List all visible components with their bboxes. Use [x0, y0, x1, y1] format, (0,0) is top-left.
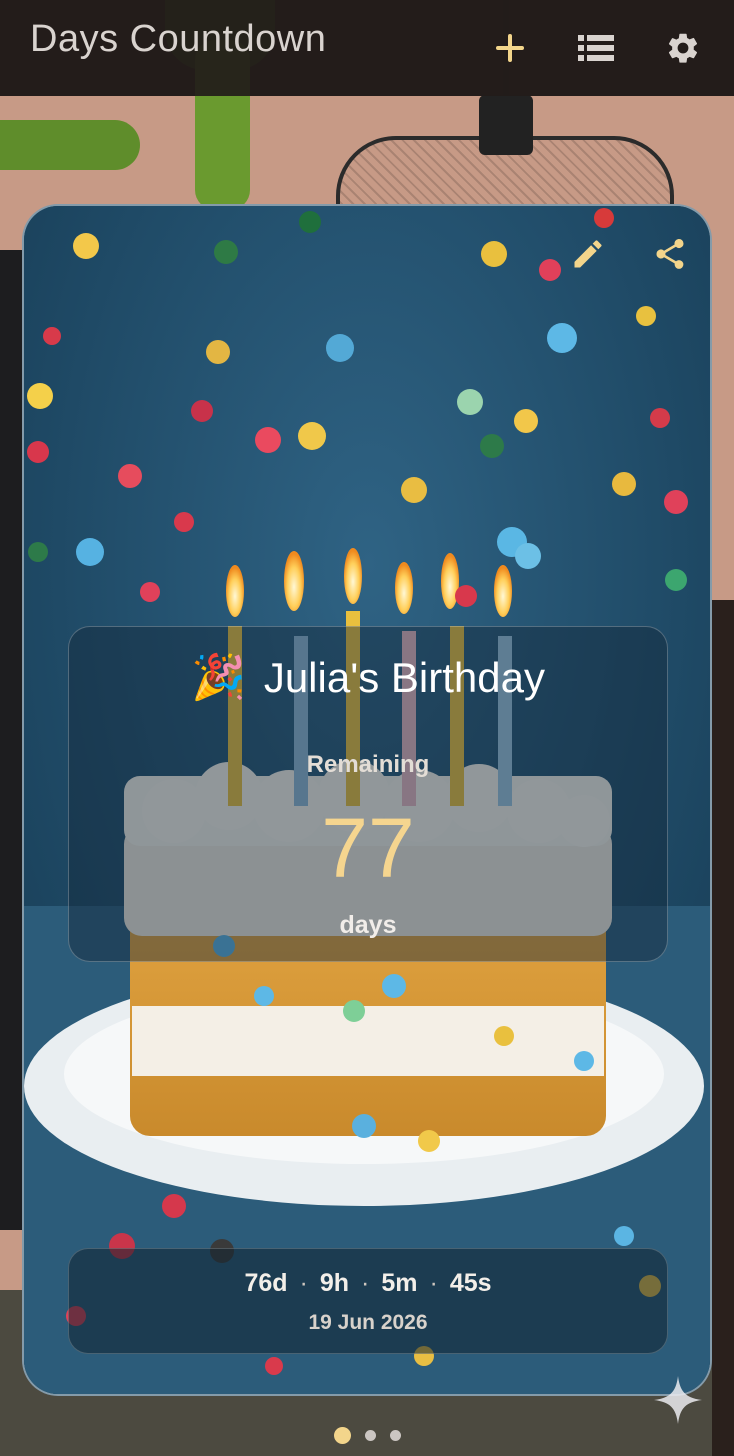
pencil-icon — [574, 240, 602, 268]
days-remaining-value: 77 — [321, 801, 415, 895]
event-name: Julia's Birthday — [263, 654, 545, 701]
page-dot-1[interactable] — [333, 1426, 351, 1444]
share-icon — [656, 238, 684, 269]
add-event-button[interactable] — [480, 18, 540, 78]
event-list-button[interactable] — [566, 18, 626, 78]
detailed-countdown-panel: 76d · 9h · 5m · 45s 19 Jun 2026 — [68, 1248, 668, 1354]
app-title: Days Countdown — [30, 18, 327, 60]
sparkle-icon — [654, 1376, 702, 1424]
remaining-label: Remaining — [306, 751, 430, 778]
settings-button[interactable] — [653, 18, 713, 78]
page-dot-3[interactable] — [389, 1429, 401, 1441]
countdown-minutes: 5m — [381, 1269, 418, 1297]
separator-dot: · — [361, 1269, 370, 1297]
target-date: 19 Jun 2026 — [308, 1311, 428, 1334]
dark-panel-left — [0, 250, 22, 1230]
countdown-panel: 🎉 Julia's Birthday Remaining 77 days — [68, 626, 668, 962]
countdown-hours: 9h — [319, 1269, 350, 1297]
countdown-breakdown: 76d · 9h · 5m · 45s — [69, 1269, 667, 1298]
page-indicator — [0, 1426, 734, 1444]
pipe-horizontal — [0, 120, 140, 170]
party-popper-icon: 🎉 — [191, 652, 246, 703]
event-card[interactable]: 🎉 Julia's Birthday Remaining 77 days 76d… — [22, 204, 712, 1396]
share-event-button[interactable] — [644, 228, 696, 280]
countdown-seconds: 45s — [449, 1269, 492, 1297]
edit-event-button[interactable] — [562, 228, 614, 280]
separator-dot: · — [299, 1269, 308, 1297]
top-app-bar: Days Countdown — [0, 0, 734, 96]
dark-panel-right — [712, 600, 734, 1456]
event-title-row: 🎉 Julia's Birthday — [69, 653, 667, 703]
plus-icon — [496, 34, 524, 62]
countdown-days: 76d — [244, 1269, 288, 1297]
days-unit-label: days — [339, 911, 397, 939]
gear-icon — [668, 33, 698, 63]
page-dot-2[interactable] — [364, 1429, 376, 1441]
list-icon — [578, 35, 614, 61]
separator-dot: · — [429, 1269, 438, 1297]
